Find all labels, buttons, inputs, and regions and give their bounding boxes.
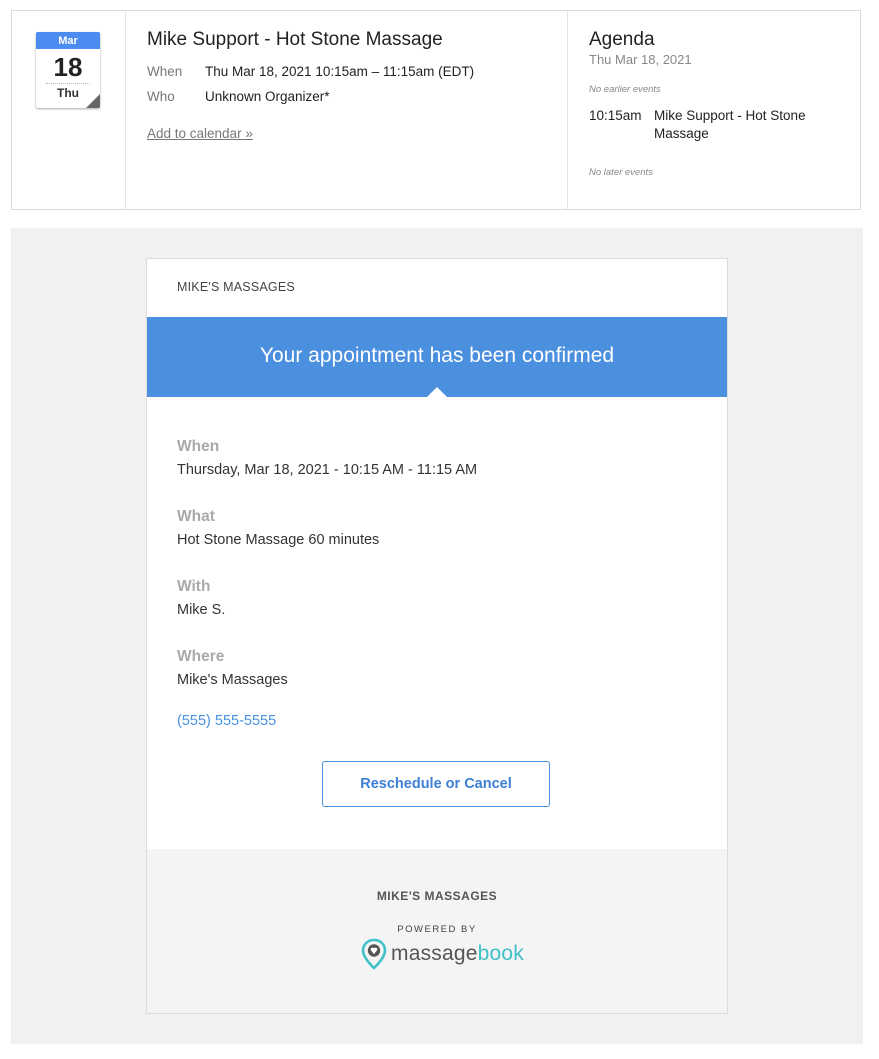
when-value: Thursday, Mar 18, 2021 - 10:15 AM - 11:1… — [177, 462, 478, 478]
agenda-event-name: Mike Support - Hot Stone Massage — [654, 108, 806, 141]
when-label: When — [177, 438, 220, 455]
business-name: MIKE'S MASSAGES — [177, 280, 295, 294]
with-label: With — [177, 578, 211, 595]
agenda-event-time: 10:15am — [589, 108, 642, 123]
banner-notch — [426, 387, 448, 398]
logo-wordmark: massagebook — [391, 942, 524, 966]
agenda-no-earlier: No earlier events — [589, 84, 661, 95]
email-footer: MIKE'S MASSAGES POWERED BY massagebook — [147, 849, 727, 1013]
calendar-date-icon: Mar 18 Thu — [36, 32, 100, 108]
where-label: Where — [177, 648, 225, 665]
agenda-event[interactable]: 10:15am Mike Support - Hot Stone Massage — [589, 107, 860, 143]
invite-when-label: When — [147, 64, 183, 79]
calendar-invite-card: Mar 18 Thu Mike Support - Hot Stone Mass… — [11, 10, 861, 210]
with-value: Mike S. — [177, 602, 226, 618]
invite-title: Mike Support - Hot Stone Massage — [147, 29, 443, 50]
reschedule-or-cancel-button[interactable]: Reschedule or Cancel — [322, 761, 550, 807]
invite-when-value: Thu Mar 18, 2021 10:15am – 11:15am (EDT) — [205, 64, 475, 79]
calendar-icon-day: 18 — [53, 52, 83, 82]
logo-word-book: book — [477, 942, 524, 965]
appointment-details: When Thursday, Mar 18, 2021 - 10:15 AM -… — [177, 437, 477, 731]
logo-word-massage: massage — [391, 942, 478, 965]
invite-who-label: Who — [147, 89, 175, 104]
what-label: What — [177, 508, 215, 525]
add-to-calendar-link[interactable]: Add to calendar » — [147, 126, 253, 141]
invite-details: Mike Support - Hot Stone Massage When Th… — [126, 11, 568, 209]
agenda-panel: Agenda Thu Mar 18, 2021 No earlier event… — [568, 11, 860, 209]
invite-when-row: When Thu Mar 18, 2021 10:15am – 11:15am … — [147, 64, 567, 79]
calendar-icon-month: Mar — [36, 32, 100, 49]
confirmation-banner: Your appointment has been confirmed — [147, 317, 727, 397]
footer-business-name: MIKE'S MASSAGES — [376, 889, 498, 903]
powered-by-label: POWERED BY — [397, 924, 477, 935]
where-value: Mike's Massages — [177, 672, 288, 688]
confirmation-card: MIKE'S MASSAGES Your appointment has bee… — [146, 258, 728, 1014]
calendar-icon-divider — [46, 83, 90, 84]
calendar-icon-column: Mar 18 Thu — [12, 11, 126, 209]
agenda-date: Thu Mar 18, 2021 — [589, 52, 692, 67]
location-pin-icon — [361, 938, 387, 970]
agenda-title: Agenda — [589, 29, 655, 50]
agenda-no-later: No later events — [589, 167, 653, 178]
massagebook-logo[interactable]: massagebook — [361, 937, 524, 971]
phone-link[interactable]: (555) 555-5555 — [177, 711, 477, 731]
invite-who-value: Unknown Organizer* — [205, 89, 330, 104]
email-background: MIKE'S MASSAGES Your appointment has bee… — [11, 228, 863, 1044]
page-fold-icon — [86, 94, 100, 108]
invite-who-row: Who Unknown Organizer* — [147, 89, 567, 104]
what-value: Hot Stone Massage 60 minutes — [177, 532, 380, 548]
